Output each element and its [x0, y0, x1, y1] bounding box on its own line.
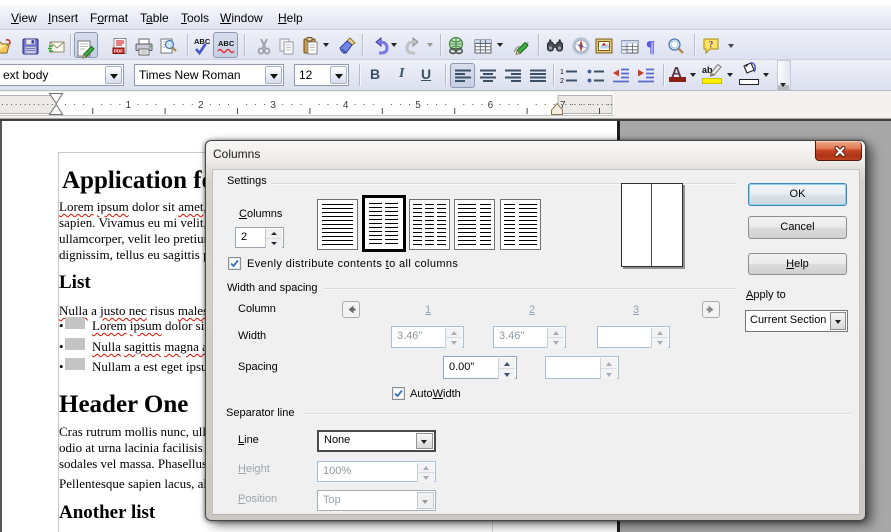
svg-text:2: 2 [198, 100, 204, 111]
svg-text:3: 3 [270, 100, 276, 111]
svg-text:ABC: ABC [194, 37, 211, 46]
svg-text:5: 5 [415, 100, 421, 111]
svg-text:1: 1 [560, 69, 564, 76]
svg-text:6: 6 [488, 100, 494, 111]
svg-text:PDF: PDF [114, 48, 123, 53]
svg-text:?: ? [709, 40, 714, 50]
svg-text:4: 4 [343, 100, 349, 111]
svg-text:ABC: ABC [218, 39, 235, 48]
svg-text:1: 1 [126, 100, 132, 111]
svg-text:2: 2 [560, 78, 564, 85]
